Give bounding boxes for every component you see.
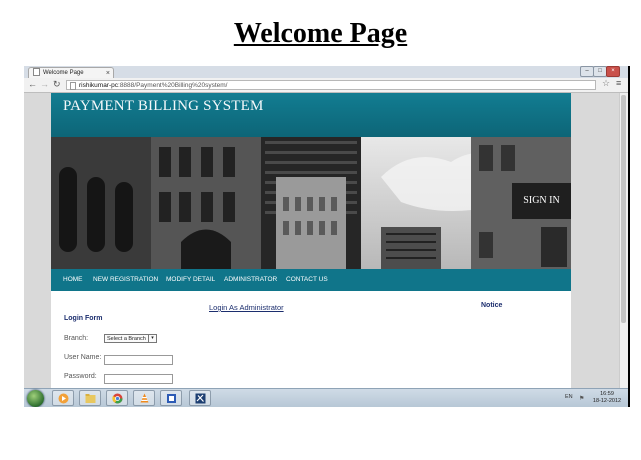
url-path: :8888/Payment%20Billing%20system/ <box>118 82 228 89</box>
address-bar[interactable]: rishikumar-pc:8888/Payment%20Billing%20s… <box>66 80 596 90</box>
browser-toolbar: ← → ↻ rishikumar-pc:8888/Payment%20Billi… <box>24 78 628 93</box>
scrollbar-thumb[interactable] <box>621 95 626 323</box>
language-indicator[interactable]: EN <box>565 394 573 400</box>
media-player-icon <box>58 393 69 404</box>
minimize-button[interactable]: – <box>580 66 594 77</box>
password-input[interactable] <box>104 374 173 384</box>
folder-icon <box>85 394 96 403</box>
hero-banner-image: SIGN IN <box>51 137 571 269</box>
tab-title: Welcome Page <box>43 70 84 76</box>
login-form-title: Login Form <box>64 315 103 322</box>
username-input[interactable] <box>104 355 173 365</box>
windows-taskbar: EN ⚑ 16:59 18-12-2012 <box>24 388 628 407</box>
browser-menu-icon[interactable]: ≡ <box>616 78 621 88</box>
tray-flag-icon[interactable]: ⚑ <box>579 395 584 402</box>
password-label: Password: <box>64 373 97 380</box>
main-content: Login As Administrator Notice Login Form… <box>51 291 571 388</box>
branch-select[interactable]: Select a Branch ▾ <box>104 334 157 343</box>
clock-time: 16:59 <box>600 391 614 397</box>
branch-label: Branch: <box>64 335 89 342</box>
maximize-button[interactable]: □ <box>593 66 607 77</box>
chrome-icon <box>112 393 123 404</box>
url-host: rishikumar-pc <box>79 82 119 89</box>
nav-contact-us[interactable]: CONTACT US <box>286 269 328 291</box>
username-label: User Name: <box>64 354 102 361</box>
main-nav: HOME NEW REGISTRATION MODIFY DETAIL ADMI… <box>51 269 571 291</box>
clock-date: 18-12-2012 <box>592 398 622 404</box>
page-icon <box>70 82 76 90</box>
taskbar-visual-studio[interactable] <box>189 390 211 406</box>
system-clock[interactable]: 16:59 18-12-2012 <box>589 391 625 405</box>
vlc-cone-icon <box>140 393 149 403</box>
notice-heading: Notice <box>481 302 503 309</box>
bookmark-star-icon[interactable]: ☆ <box>602 78 610 89</box>
site-header: PAYMENT BILLING SYSTEM <box>51 93 571 137</box>
visual-studio-icon <box>195 393 206 404</box>
page-viewport: PAYMENT BILLING SYSTEM SIGN IN HOME NEW … <box>24 93 628 388</box>
browser-tab[interactable]: Welcome Page × <box>28 67 114 78</box>
taskbar-media-player[interactable] <box>52 390 74 406</box>
start-button[interactable] <box>27 390 44 407</box>
screenshot-frame: Welcome Page × – □ × ← → ↻ rishikumar-pc… <box>24 66 630 407</box>
site-title: PAYMENT BILLING SYSTEM <box>63 98 264 114</box>
browser-tabstrip: Welcome Page × – □ × <box>24 66 628 78</box>
taskbar-word[interactable] <box>160 390 182 406</box>
login-as-admin-link[interactable]: Login As Administrator <box>209 303 284 312</box>
nav-new-registration[interactable]: NEW REGISTRATION <box>93 269 158 291</box>
document-app-icon <box>167 394 176 403</box>
page-favicon-icon <box>33 68 40 77</box>
document-heading: Welcome Page <box>233 18 408 49</box>
window-close-button[interactable]: × <box>606 66 620 77</box>
nav-administrator[interactable]: ADMINISTRATOR <box>224 269 277 291</box>
nav-modify-detail[interactable]: MODIFY DETAIL <box>166 269 215 291</box>
chevron-down-icon: ▾ <box>148 335 156 342</box>
nav-home[interactable]: HOME <box>63 269 83 291</box>
site-container: PAYMENT BILLING SYSTEM SIGN IN HOME NEW … <box>51 93 571 388</box>
reload-icon[interactable]: ↻ <box>53 79 61 90</box>
sign-in-button[interactable]: SIGN IN <box>512 183 571 219</box>
taskbar-explorer[interactable] <box>79 390 101 406</box>
back-arrow-icon[interactable]: ← <box>28 79 37 89</box>
branch-select-value: Select a Branch <box>107 336 146 342</box>
vertical-scrollbar[interactable] <box>619 93 628 388</box>
taskbar-chrome[interactable] <box>106 390 128 406</box>
forward-arrow-icon[interactable]: → <box>40 79 49 89</box>
taskbar-vlc[interactable] <box>133 390 155 406</box>
